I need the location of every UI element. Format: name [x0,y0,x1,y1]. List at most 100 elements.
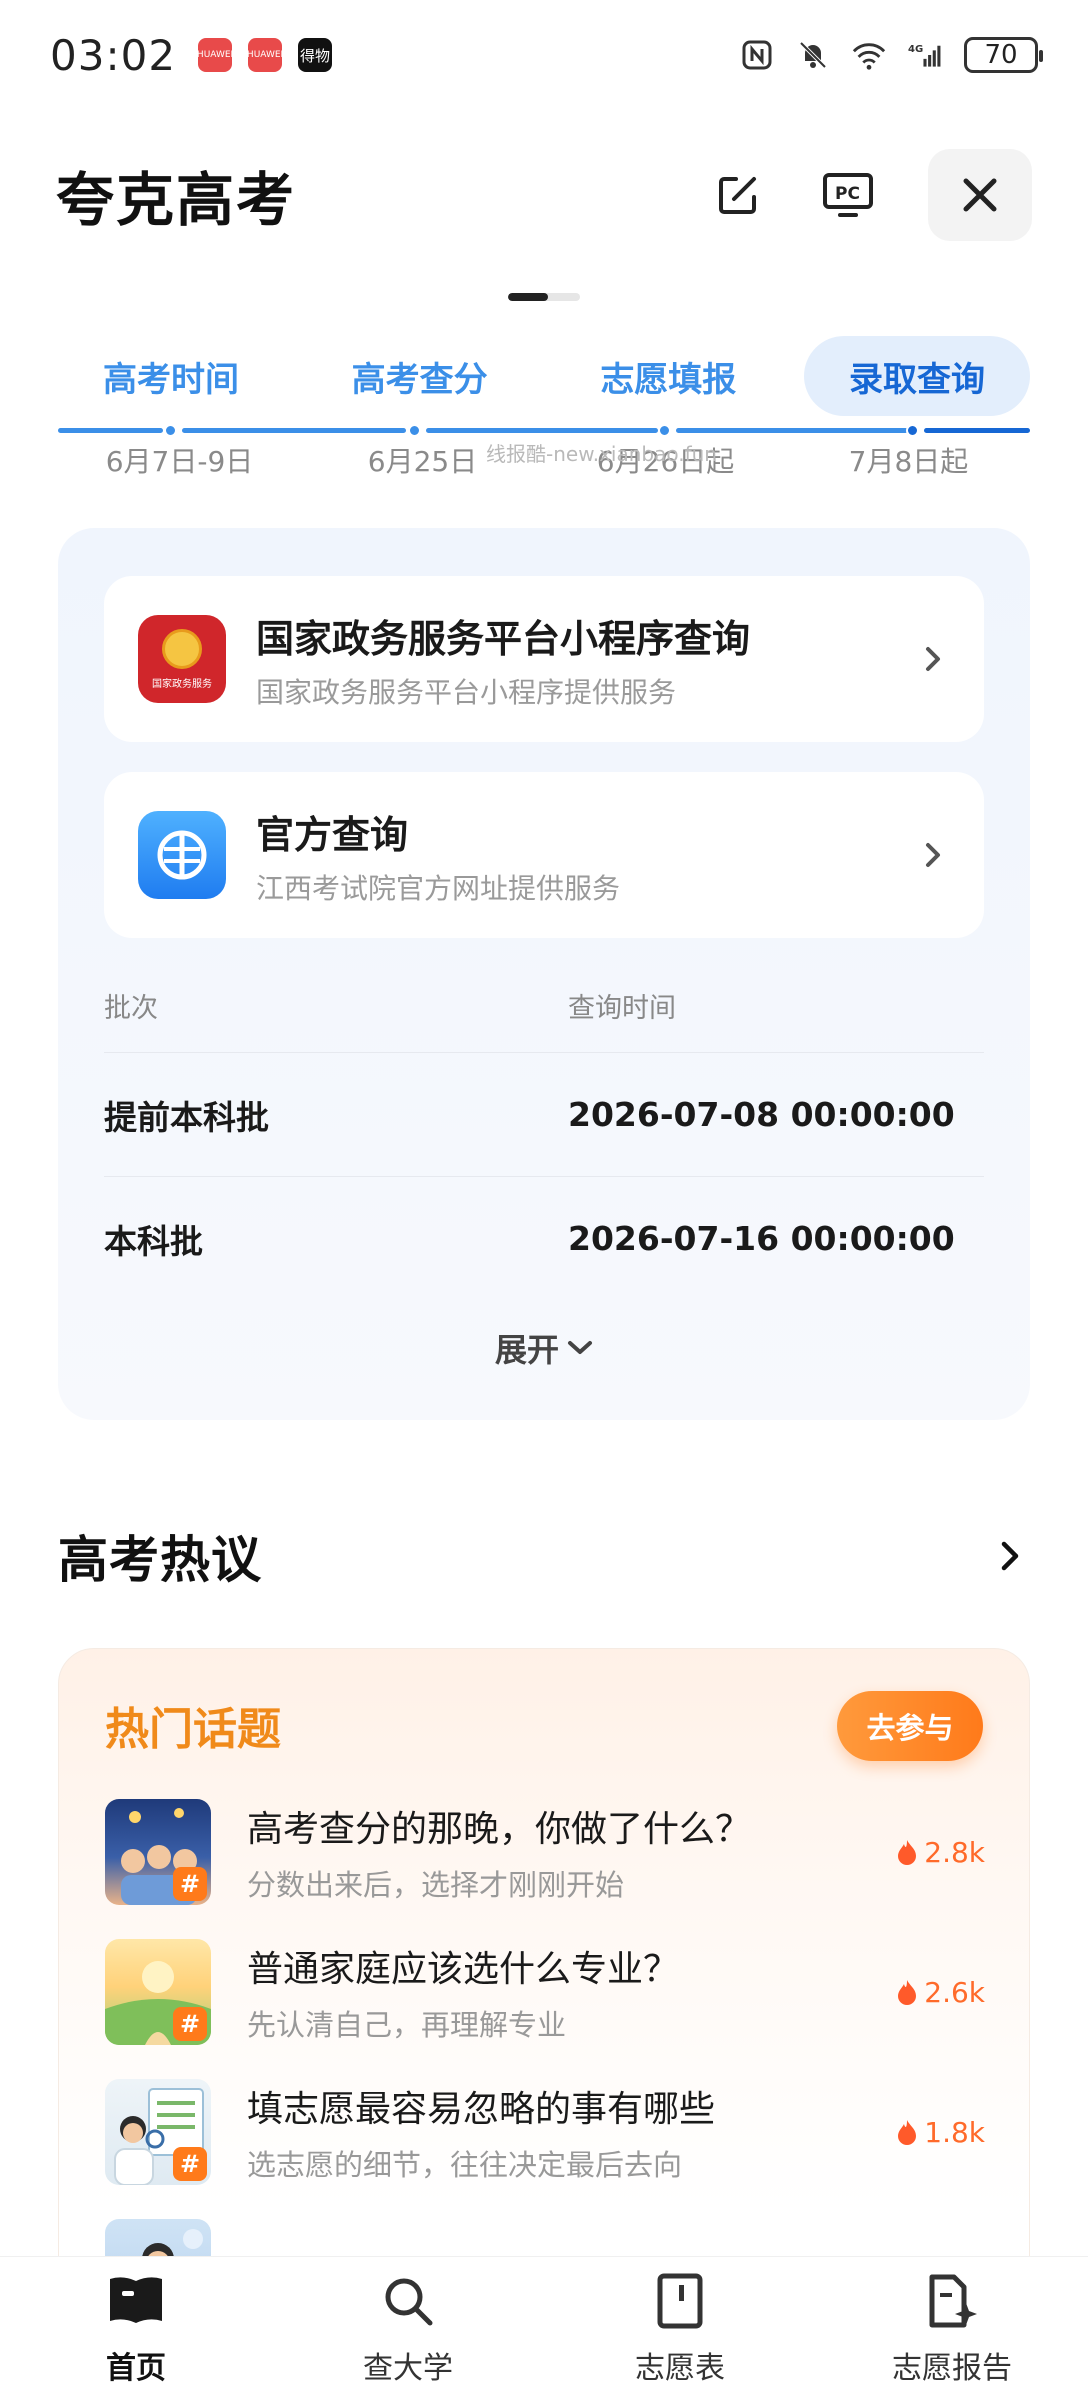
topic-thumbnail: # [105,1799,211,1905]
battery-indicator: 70 [964,37,1043,73]
heat-value: 2.6k [924,1975,985,2009]
dewu-app-badge: 得物 [298,38,333,72]
nav-label: 志愿表 [635,2350,725,2386]
heat-value: 2.8k [924,1835,985,1869]
expand-button[interactable]: 展开 [58,1318,1030,1378]
report-sparkle-icon [922,2271,982,2331]
batch-time: 2026-07-08 00:00:00 [568,1095,955,1134]
heat-count: 2.8k [896,1836,985,1869]
expand-label: 展开 [494,1331,559,1369]
bottom-nav: 首页 查大学 志愿表 志愿报告 [0,2256,1088,2400]
heat-value: 1.8k [924,2115,985,2149]
watermark: 线报酷-new.xianbao.fun [486,442,717,466]
search-icon [378,2271,438,2331]
form-sheet-icon [650,2271,710,2331]
gov-logo-text: 国家政务服务 [152,678,212,690]
wifi-icon [852,38,886,72]
topic-thumbnail: # [105,2079,211,2185]
header: 夸克高考 PC [56,140,1032,250]
nav-application-report[interactable]: 志愿报告 [842,2271,1062,2387]
status-time: 03:02 [50,30,177,80]
gov-emblem-icon: 国家政务服务 [138,615,226,703]
bell-muted-icon [796,38,830,72]
flame-icon [898,1840,917,1865]
heat-count: 1.8k [896,2116,985,2149]
section-title: 高考热议 [58,1531,262,1589]
table-row: 提前本科批 2026-07-08 00:00:00 [104,1052,984,1176]
topic-title: 高考查分的那晚，你做了什么？ [247,1809,752,1850]
svg-text:PC: PC [835,184,860,204]
nav-application-table[interactable]: 志愿表 [570,2271,790,2387]
close-button[interactable] [928,149,1032,241]
topic-subtitle: 选志愿的细节，往往决定最后去向 [247,2148,683,2182]
official-site-icon [138,811,226,899]
home-book-icon [106,2271,166,2331]
date-exam-time: 6月7日-9日 [105,445,254,478]
status-icons: 4G 70 [740,37,1043,73]
page: 03:02 HUAWEI HUAWEI 得物 4G 70 夸克高考 PC 高考时… [0,0,1088,2400]
huawei-app-badge: HUAWEI [247,38,283,72]
date-admission-query: 7月8日起 [848,445,969,478]
flame-icon [898,1980,917,2005]
notification-badges: HUAWEI HUAWEI 得物 [197,38,333,72]
batch-time: 2026-07-16 00:00:00 [568,1219,955,1258]
chevron-right-icon [918,840,948,870]
batch-name: 本科批 [104,1221,203,1261]
status-bar: 03:02 HUAWEI HUAWEI 得物 4G 70 [0,0,1088,110]
batch-name: 提前本科批 [104,1097,269,1137]
tab-admission-query[interactable]: 录取查询 [803,336,1030,416]
nav-home[interactable]: 首页 [26,2271,246,2387]
chevron-right-icon [1001,1541,1019,1571]
section-more-button[interactable] [992,1538,1028,1574]
app-title: 夸克高考 [56,166,297,234]
batch-table-header: 批次 查询时间 [104,980,984,1030]
nav-label: 首页 [106,2350,166,2386]
official-query-row[interactable]: 官方查询 江西考试院官方网址提供服务 [104,772,984,938]
chevron-right-icon [918,644,948,674]
hashtag-icon: # [173,2147,207,2181]
pc-mode-button[interactable]: PC [818,165,878,225]
topic-subtitle: 先认清自己，再理解专业 [247,2008,567,2042]
list-item[interactable]: # 普通家庭应该选什么专业？ 先认清自己，再理解专业 2.6k [105,1939,985,2045]
topic-subtitle: 分数出来后，选择才刚刚开始 [247,1868,625,1902]
tab-exam-time[interactable]: 高考时间 [58,336,284,416]
topic-thumbnail: # [105,1939,211,2045]
service-subtitle: 江西考试院官方网址提供服务 [256,871,621,905]
hashtag-icon: # [173,2007,207,2041]
nav-search-university[interactable]: 查大学 [298,2271,518,2387]
tab-score-query[interactable]: 高考查分 [307,336,533,416]
table-row: 本科批 2026-07-16 00:00:00 [104,1176,984,1300]
header-batch: 批次 [104,992,158,1024]
join-button[interactable]: 去参与 [837,1691,983,1761]
timeline-tabs: 高考时间 高考查分 志愿填报 录取查询 [58,336,1030,416]
chevron-down-icon [568,1341,592,1354]
huawei-app-badge: HUAWEI [197,38,233,72]
pc-monitor-icon: PC [823,173,873,217]
topic-title: 填志愿最容易忽略的事有哪些 [247,2089,716,2130]
timeline-track [58,424,1030,437]
service-title: 国家政务服务平台小程序查询 [256,616,751,661]
tab-application[interactable]: 志愿填报 [555,336,781,416]
topic-title: 普通家庭应该选什么专业？ [247,1949,680,1990]
signal-4g-icon: 4G [908,38,942,72]
edit-icon [719,177,756,214]
service-title: 官方查询 [256,812,409,857]
nav-label: 志愿报告 [892,2350,1012,2386]
list-item[interactable]: # 填志愿最容易忽略的事有哪些 选志愿的细节，往往决定最后去向 1.8k [105,2079,985,2185]
list-item[interactable]: # 高考查分的那晚，你做了什么？ 分数出来后，选择才刚刚开始 2.8k [105,1799,985,1905]
drag-handle[interactable] [508,293,580,301]
heat-count: 2.6k [896,1976,985,2009]
svg-text:4G: 4G [908,44,923,55]
nfc-icon [740,38,774,72]
edit-button[interactable] [708,165,768,225]
hot-topics-title: 热门话题 [105,1704,281,1755]
header-query-time: 查询时间 [568,992,676,1024]
header-actions: PC [708,149,1032,241]
close-icon [963,178,997,212]
nav-label: 查大学 [363,2350,453,2386]
flame-icon [898,2120,917,2145]
admission-query-card: 国家政务服务 国家政务服务平台小程序查询 国家政务服务平台小程序提供服务 官方查… [58,528,1030,1420]
service-subtitle: 国家政务服务平台小程序提供服务 [256,675,677,709]
gov-service-row[interactable]: 国家政务服务 国家政务服务平台小程序查询 国家政务服务平台小程序提供服务 [104,576,984,742]
hashtag-icon: # [173,1867,207,1901]
